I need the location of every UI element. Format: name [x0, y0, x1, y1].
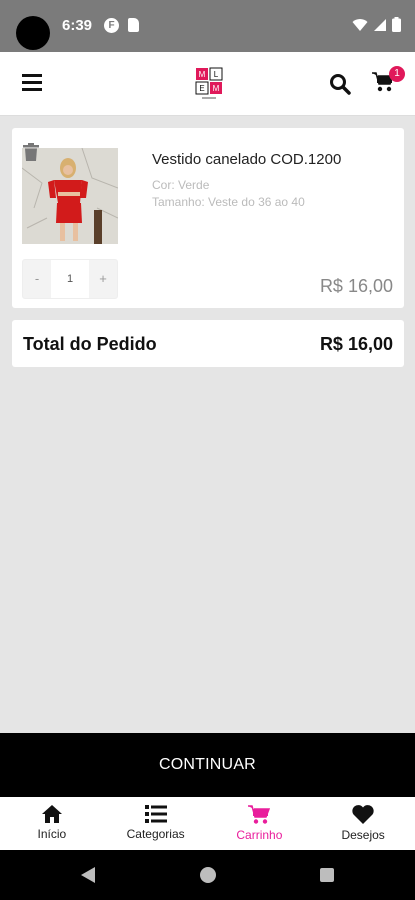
svg-text:M: M — [213, 84, 220, 93]
nav-label-carrinho: Carrinho — [236, 828, 283, 842]
brand-logo[interactable]: M L E M — [194, 66, 224, 102]
notification-f-icon: F — [104, 18, 119, 33]
battery-icon — [392, 17, 401, 32]
app-header: M L E M 1 — [0, 52, 415, 116]
home-button-icon[interactable] — [200, 867, 216, 883]
status-time: 6:39 — [62, 17, 93, 34]
nav-item-desejos[interactable]: Desejos — [311, 797, 415, 850]
product-name[interactable]: Vestido canelado COD.1200 — [152, 151, 341, 168]
signal-icon — [374, 18, 386, 31]
increase-quantity-button[interactable]: + — [89, 260, 117, 298]
continue-button[interactable]: CONTINUAR — [0, 733, 415, 797]
home-icon — [41, 805, 62, 823]
bottom-navigation: Início Categorias Carrinho Desejos — [0, 797, 415, 850]
order-total-card: Total do Pedido R$ 16,00 — [12, 320, 404, 367]
system-navigation-bar — [0, 850, 415, 900]
quantity-stepper: - 1 + — [22, 259, 118, 299]
camera-cutout — [16, 16, 50, 50]
list-icon — [144, 805, 167, 823]
search-icon[interactable] — [329, 73, 351, 95]
status-indicators — [352, 17, 401, 32]
cart-icon — [248, 805, 271, 824]
recents-icon[interactable] — [320, 868, 334, 882]
nav-label-desejos: Desejos — [341, 828, 385, 842]
nav-label-inicio: Início — [37, 827, 67, 841]
product-image[interactable] — [22, 148, 118, 244]
svg-text:L: L — [214, 70, 219, 79]
heart-icon — [352, 805, 374, 824]
trash-icon[interactable] — [23, 143, 39, 161]
product-color: Cor: Verde — [152, 178, 210, 192]
wifi-icon — [352, 18, 368, 31]
cart-item-card: Vestido canelado COD.1200 Cor: Verde Tam… — [12, 128, 404, 308]
status-bar: 6:39 F — [0, 0, 415, 52]
sd-card-icon — [128, 18, 139, 32]
cart-count-badge: 1 — [389, 66, 405, 82]
decrease-quantity-button[interactable]: - — [23, 260, 51, 298]
product-size: Tamanho: Veste do 36 ao 40 — [152, 195, 305, 209]
menu-icon[interactable] — [22, 74, 42, 91]
svg-text:M: M — [199, 70, 206, 79]
back-icon[interactable] — [80, 867, 96, 883]
nav-item-categorias[interactable]: Categorias — [104, 797, 208, 850]
svg-text:E: E — [199, 84, 204, 93]
order-total-value: R$ 16,00 — [319, 334, 393, 354]
order-total-label: Total do Pedido — [23, 334, 157, 354]
quantity-value[interactable]: 1 — [51, 260, 89, 298]
nav-item-carrinho[interactable]: Carrinho — [208, 797, 312, 850]
nav-label-categorias: Categorias — [126, 827, 185, 841]
nav-item-inicio[interactable]: Início — [0, 797, 104, 850]
product-price: R$ 16,00 — [319, 276, 393, 296]
